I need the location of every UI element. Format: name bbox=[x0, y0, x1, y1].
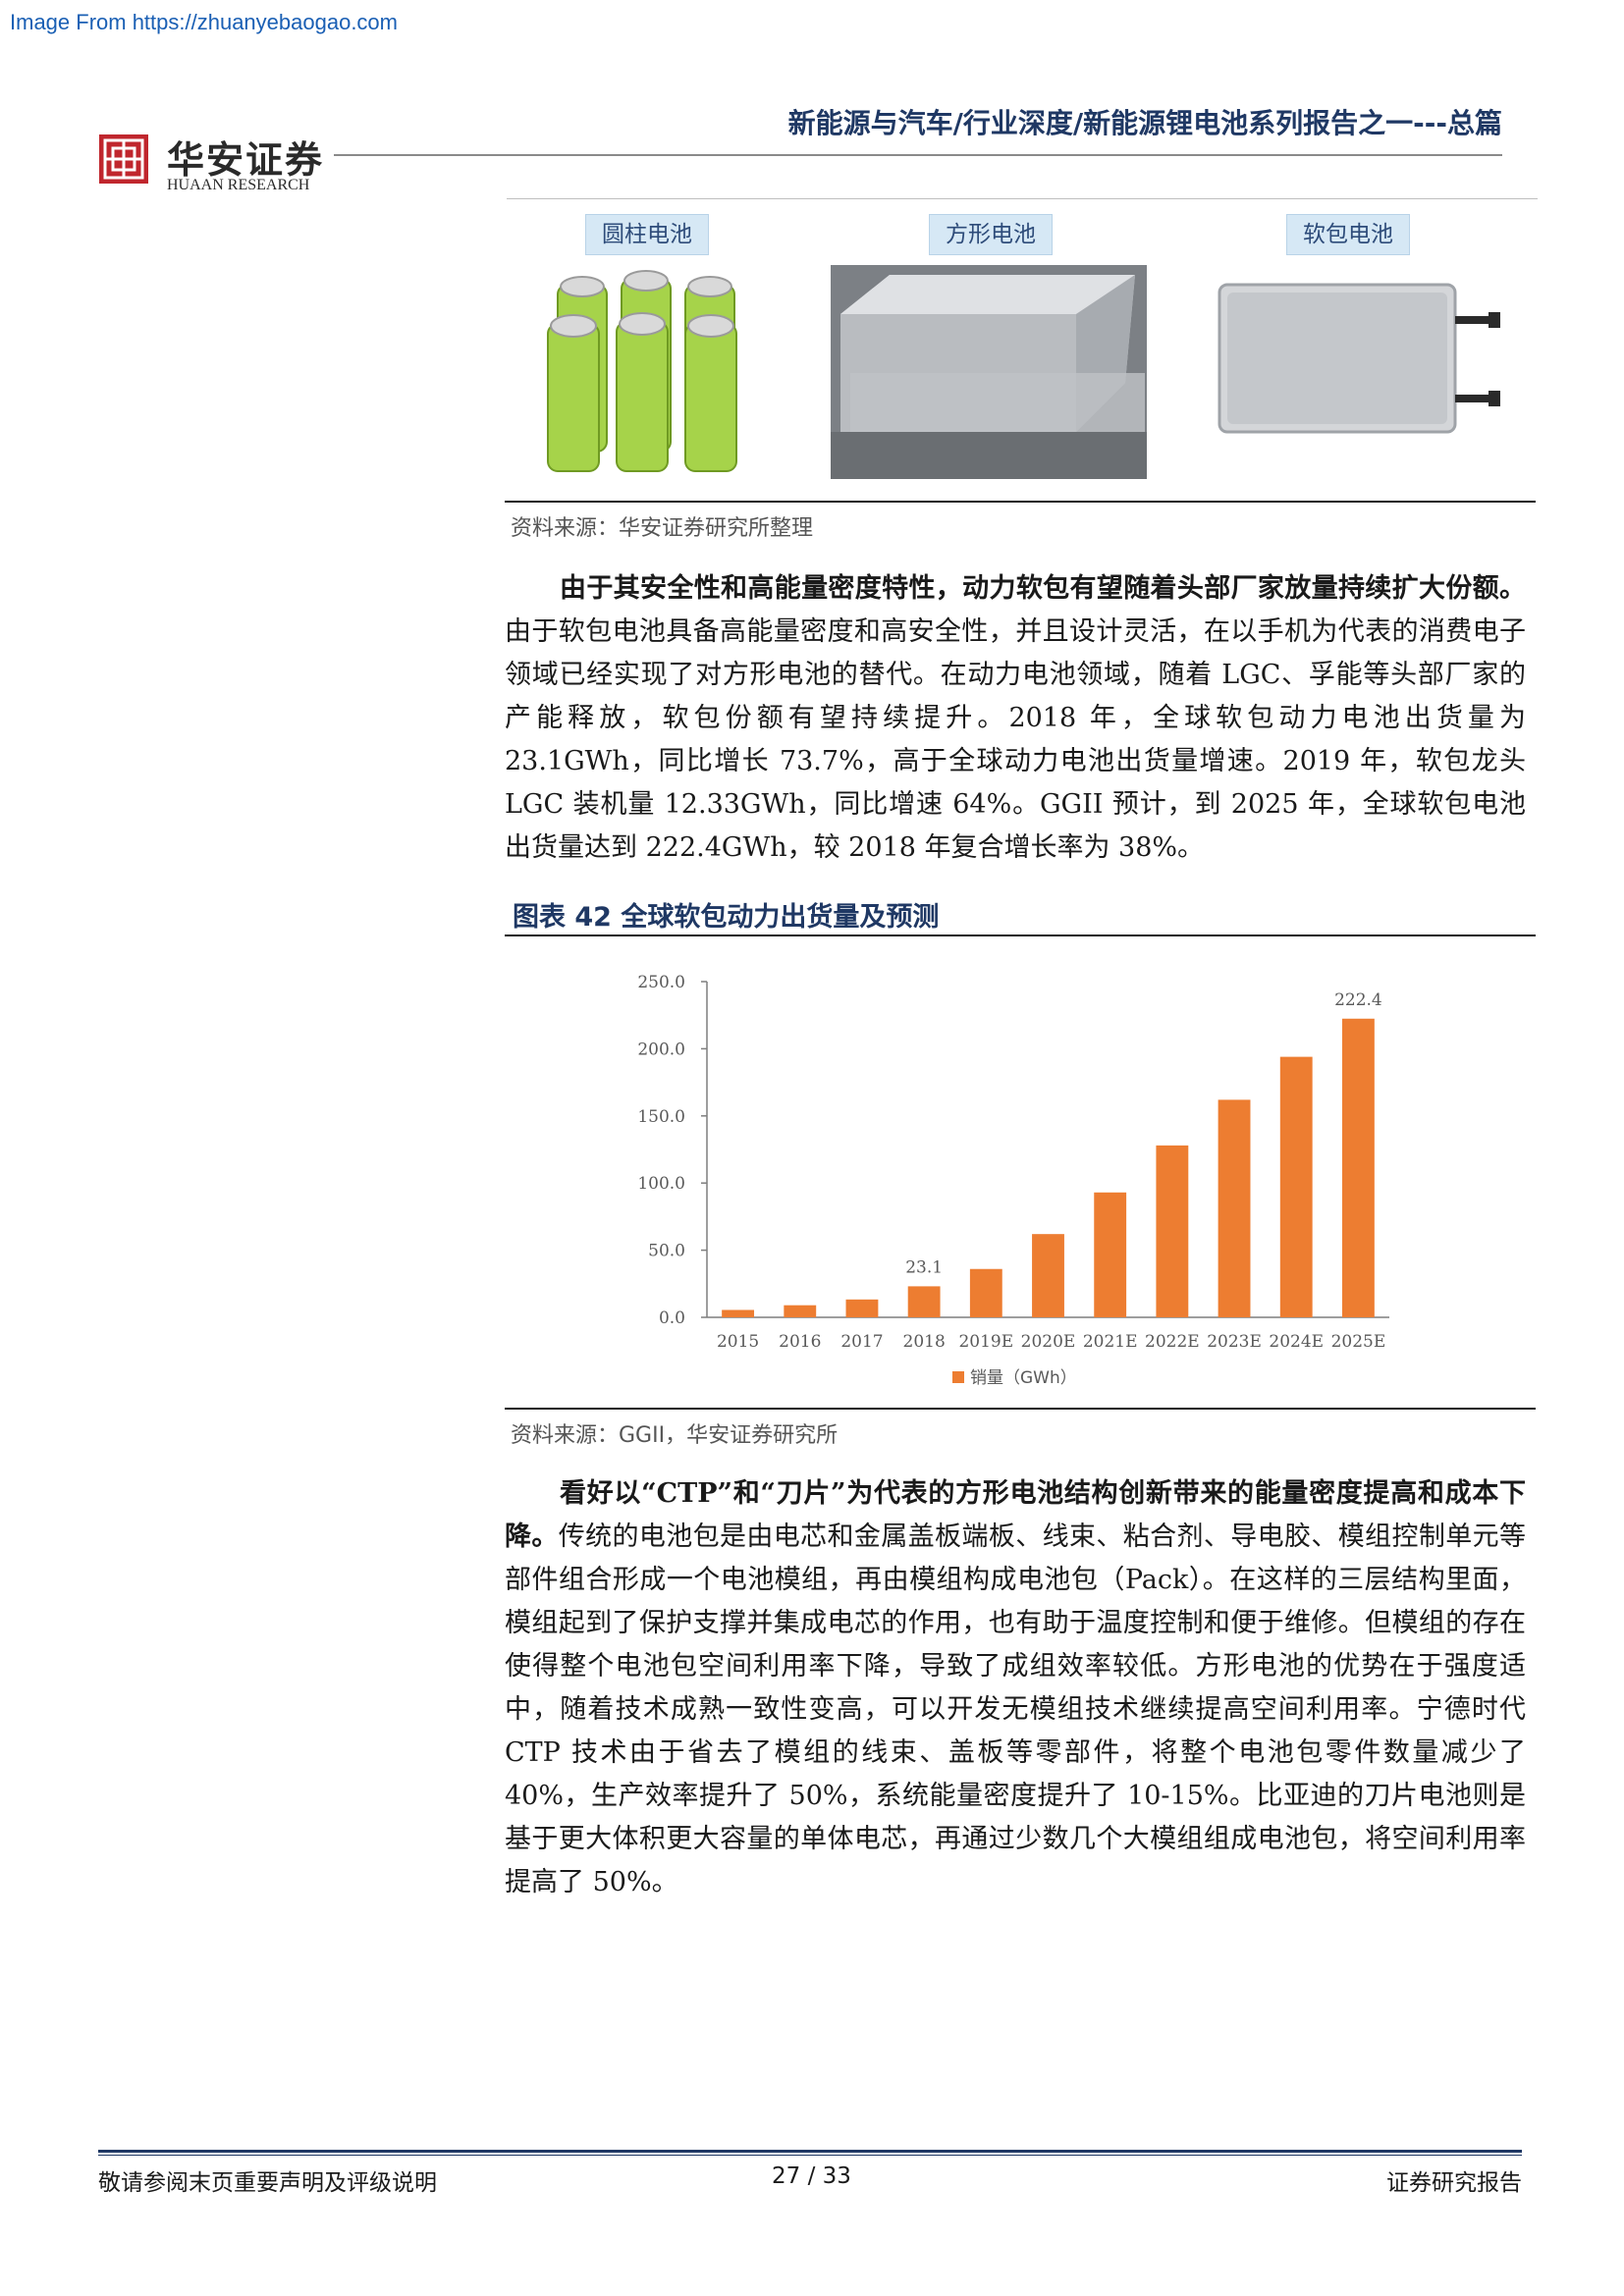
logo-text-cn: 华安证券 bbox=[167, 137, 325, 182]
battery-label-pouch: 软包电池 bbox=[1286, 214, 1410, 255]
report-header-title: 新能源与汽车/行业深度/新能源锂电池系列报告之一---总篇 bbox=[787, 107, 1502, 139]
x-tick-label: 2018 bbox=[903, 1332, 946, 1352]
logo-text-en: HUAAN RESEARCH bbox=[167, 177, 310, 193]
y-tick-label: 250.0 bbox=[637, 973, 685, 992]
x-tick-label: 2015 bbox=[717, 1332, 759, 1352]
watermark: Image From https://zhuanyebaogao.com bbox=[10, 10, 398, 34]
paragraph-pouch-battery: 由于其安全性和高能量密度特性，动力软包有望随着头部厂家放量持续扩大份额。由于软包… bbox=[505, 567, 1526, 870]
y-tick-label: 50.0 bbox=[648, 1242, 685, 1261]
chart-bottom-border bbox=[505, 1408, 1536, 1410]
pouch-battery-photo bbox=[1214, 265, 1518, 452]
bar-2018 bbox=[907, 1286, 941, 1317]
battery-label-prismatic: 方形电池 bbox=[929, 214, 1053, 255]
paragraph-pouch-battery-body: 由于软包电池具备高能量密度和高安全性，并且设计灵活，在以手机为代表的消费电子领域… bbox=[505, 616, 1526, 863]
footer-report-type: 证券研究报告 bbox=[1386, 2170, 1522, 2196]
bar-2023E bbox=[1218, 1099, 1251, 1317]
battery-label-cylindrical: 圆柱电池 bbox=[585, 214, 709, 255]
bar-2022E bbox=[1156, 1145, 1189, 1317]
data-label: 222.4 bbox=[1334, 990, 1382, 1010]
bar-2024E bbox=[1279, 1056, 1313, 1317]
bar-2015 bbox=[722, 1309, 755, 1317]
x-tick-label: 2021E bbox=[1083, 1332, 1138, 1352]
chart-title: 图表 42 全球软包动力出货量及预测 bbox=[513, 902, 940, 933]
chart-top-border bbox=[505, 934, 1536, 936]
chart-source-note: 资料来源：GGII，华安证券研究所 bbox=[511, 1423, 839, 1448]
bar-2016 bbox=[784, 1305, 817, 1317]
paragraph-pouch-battery-lead: 由于其安全性和高能量密度特性，动力软包有望随着头部厂家放量持续扩大份额。 bbox=[560, 573, 1526, 604]
figure-source-note: 资料来源：华安证券研究所整理 bbox=[511, 516, 814, 541]
bar-2021E bbox=[1094, 1192, 1127, 1317]
y-tick-label: 100.0 bbox=[637, 1174, 685, 1194]
x-tick-label: 2020E bbox=[1021, 1332, 1076, 1352]
bar-2017 bbox=[845, 1299, 879, 1317]
cylindrical-battery-photo bbox=[538, 265, 766, 481]
legend-label: 销量（GWh） bbox=[970, 1368, 1077, 1388]
y-tick-label: 150.0 bbox=[637, 1107, 685, 1127]
bar-2019E bbox=[969, 1268, 1002, 1317]
legend-swatch bbox=[952, 1371, 964, 1383]
huaan-logo-icon bbox=[99, 134, 148, 184]
x-tick-label: 2023E bbox=[1207, 1332, 1262, 1352]
paragraph-ctp-blade: 看好以“CTP”和“刀片”为代表的方形电池结构创新带来的能量密度提高和成本下降。… bbox=[505, 1472, 1526, 1904]
figure-top-border bbox=[507, 198, 1538, 199]
footer-divider-thin bbox=[98, 2155, 1522, 2156]
x-tick-label: 2025E bbox=[1331, 1332, 1386, 1352]
prismatic-battery-photo bbox=[831, 265, 1147, 479]
data-label: 23.1 bbox=[905, 1257, 943, 1277]
x-tick-label: 2017 bbox=[840, 1332, 883, 1352]
x-tick-label: 2016 bbox=[779, 1332, 821, 1352]
x-tick-label: 2024E bbox=[1269, 1332, 1324, 1352]
bar-2025E bbox=[1341, 1018, 1375, 1317]
pouch-shipment-bar-chart: 0.0 50.0 100.0 150.0 200.0 250.0 2015 2016 2017… bbox=[637, 973, 1389, 1388]
x-tick-label: 2019E bbox=[958, 1332, 1013, 1352]
y-tick-label: 200.0 bbox=[637, 1040, 685, 1059]
page-number: 27 / 33 bbox=[772, 2163, 851, 2189]
y-tick-label: 0.0 bbox=[659, 1308, 685, 1328]
footer-disclaimer: 敬请参阅末页重要声明及评级说明 bbox=[98, 2170, 437, 2196]
bar-2020E bbox=[1032, 1234, 1064, 1317]
footer-divider bbox=[98, 2150, 1522, 2153]
figure-bottom-border bbox=[505, 501, 1536, 503]
x-tick-label: 2022E bbox=[1145, 1332, 1200, 1352]
paragraph-ctp-blade-body: 传统的电池包是由电芯和金属盖板端板、线束、粘合剂、导电胶、模组控制单元等部件组合… bbox=[505, 1522, 1527, 1897]
header-divider bbox=[334, 154, 1502, 156]
